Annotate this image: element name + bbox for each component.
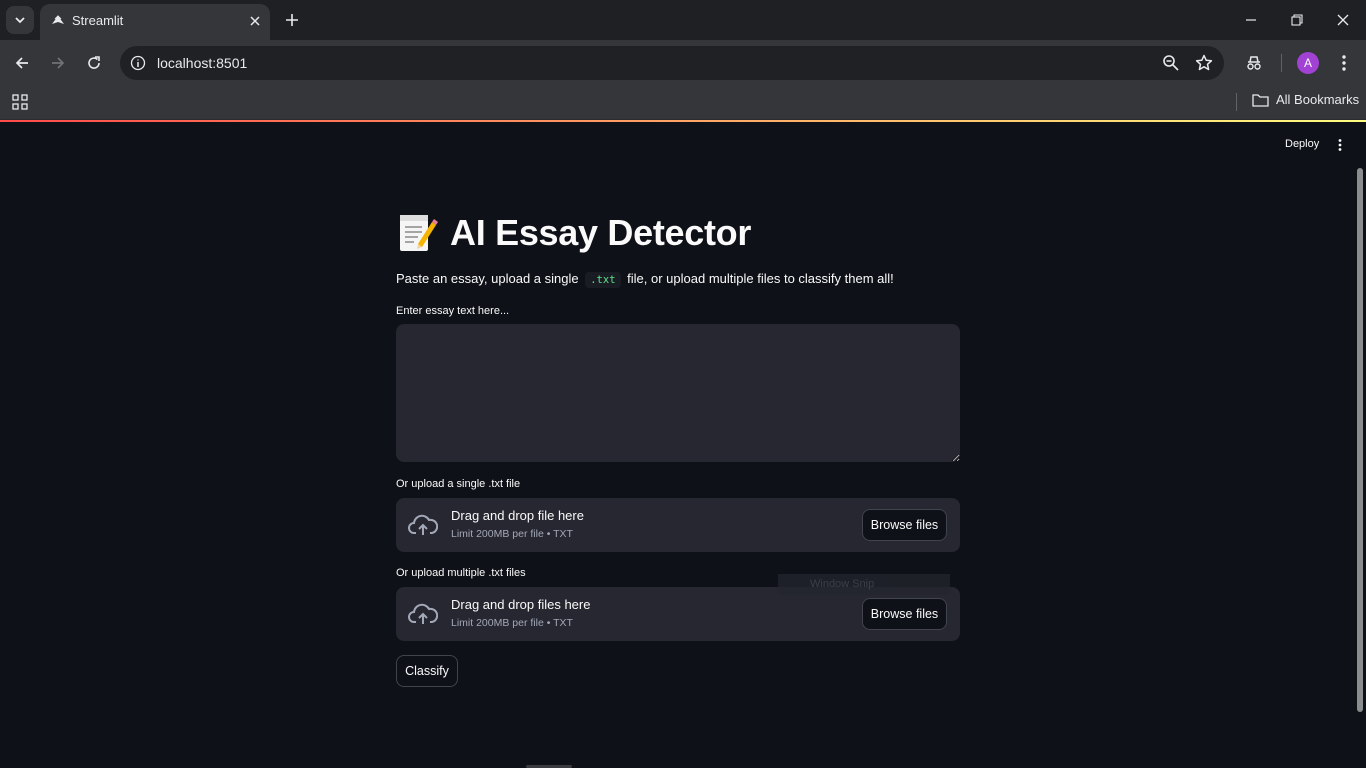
- bookmarks-bar: All Bookmarks: [0, 86, 1366, 120]
- forward-button[interactable]: [46, 51, 70, 75]
- reload-button[interactable]: [82, 51, 106, 75]
- site-info-icon: [130, 55, 146, 71]
- single-browse-files-button[interactable]: Browse files: [862, 509, 947, 541]
- back-button[interactable]: [10, 51, 34, 75]
- new-tab-button[interactable]: [282, 10, 302, 30]
- tab-search-button[interactable]: [6, 6, 34, 34]
- page-title-row: AI Essay Detector: [396, 212, 751, 254]
- inline-code: .txt: [585, 272, 621, 288]
- zoom-out-icon: [1163, 55, 1179, 71]
- multi-browse-files-button[interactable]: Browse files: [862, 598, 947, 630]
- browser-tab[interactable]: Streamlit: [40, 4, 270, 40]
- close-window-button[interactable]: [1320, 0, 1366, 40]
- apps-grid-icon[interactable]: [11, 93, 29, 111]
- extensions-button[interactable]: [1243, 52, 1265, 74]
- kebab-menu-icon: [1338, 139, 1342, 151]
- single-dropzone-limit: Limit 200MB per file • TXT: [451, 528, 573, 540]
- all-bookmarks-label: All Bookmarks: [1276, 92, 1360, 107]
- page-title: AI Essay Detector: [450, 212, 752, 253]
- page-scrollbar[interactable]: [1357, 168, 1363, 712]
- folder-icon: [1252, 93, 1269, 107]
- tab-close-button[interactable]: [246, 12, 264, 30]
- bookmarks-divider: [1236, 93, 1237, 111]
- close-icon: [250, 16, 260, 26]
- essay-input-label: Enter essay text here...: [396, 305, 510, 317]
- close-icon: [1337, 14, 1349, 26]
- main-menu-button[interactable]: [1331, 136, 1349, 154]
- toolbar-divider: [1281, 54, 1282, 72]
- kebab-menu-icon: [1342, 55, 1346, 71]
- arrow-left-icon: [15, 57, 28, 69]
- essay-text-area[interactable]: [396, 324, 960, 462]
- browser-tabstrip: Streamlit: [0, 0, 1366, 40]
- all-bookmarks-button[interactable]: All Bookmarks: [1252, 92, 1359, 107]
- site-info-button[interactable]: [128, 53, 148, 73]
- minimize-button[interactable]: [1228, 0, 1274, 40]
- description-text-end: file, or upload multiple files to classi…: [627, 271, 894, 286]
- page-description: Paste an essay, upload a single .txt fil…: [396, 271, 894, 288]
- memo-icon: [400, 215, 438, 251]
- plus-icon: [286, 14, 298, 26]
- multi-dropzone-limit: Limit 200MB per file • TXT: [451, 617, 573, 629]
- reload-icon: [88, 56, 100, 69]
- streamlit-app: Deploy AI Essay Detector Paste an essay,…: [0, 120, 1366, 768]
- incognito-extension-icon: [1247, 56, 1261, 70]
- bookmark-star-button[interactable]: [1194, 53, 1214, 73]
- chevron-down-icon: [15, 17, 25, 24]
- header-decoration: [0, 120, 1366, 122]
- minimize-icon: [1246, 19, 1256, 21]
- browser-menu-button[interactable]: [1333, 52, 1355, 74]
- browser-toolbar: localhost:8501 A: [0, 40, 1366, 86]
- description-text-start: Paste an essay, upload a single: [396, 271, 579, 286]
- url-text[interactable]: localhost:8501: [157, 55, 247, 71]
- restore-button[interactable]: [1274, 0, 1320, 40]
- cloud-upload-icon: [408, 514, 438, 535]
- star-icon: [1195, 54, 1213, 71]
- single-dropzone-instruction: Drag and drop file here: [451, 508, 584, 523]
- zoom-button[interactable]: [1161, 53, 1181, 73]
- classify-button[interactable]: Classify: [396, 655, 458, 687]
- multi-upload-label: Or upload multiple .txt files: [396, 567, 526, 579]
- streamlit-logo-icon: [52, 15, 64, 24]
- deploy-button[interactable]: Deploy: [1279, 136, 1325, 152]
- multi-file-dropzone[interactable]: Drag and drop files here Limit 200MB per…: [396, 587, 960, 641]
- tab-title: Streamlit: [72, 13, 124, 28]
- restore-icon: [1291, 14, 1303, 26]
- single-upload-label: Or upload a single .txt file: [396, 478, 521, 490]
- cloud-upload-icon: [408, 603, 438, 624]
- single-file-dropzone[interactable]: Drag and drop file here Limit 200MB per …: [396, 498, 960, 552]
- address-bar[interactable]: localhost:8501: [120, 46, 1224, 80]
- profile-avatar[interactable]: A: [1297, 52, 1319, 74]
- window-snip-overlay: Window Snip: [778, 574, 950, 595]
- arrow-right-icon: [52, 57, 65, 69]
- multi-dropzone-instruction: Drag and drop files here: [451, 597, 591, 612]
